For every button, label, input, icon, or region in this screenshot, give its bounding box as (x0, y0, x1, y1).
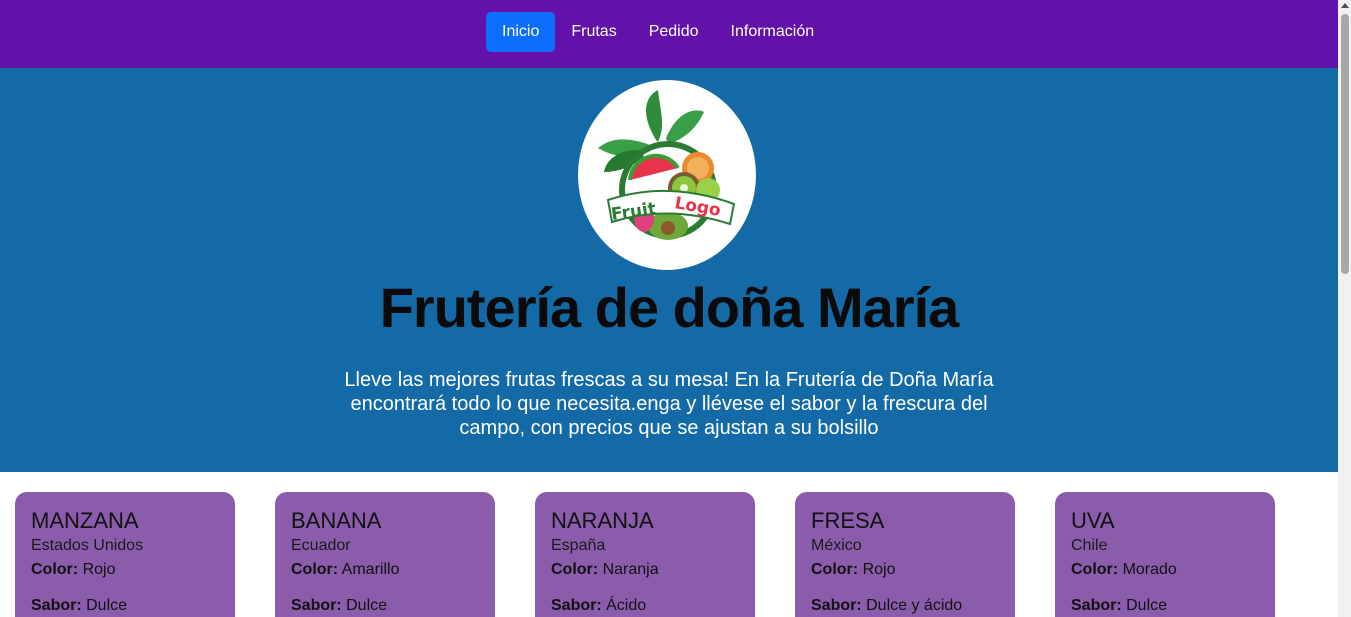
leaf-shape (666, 110, 704, 144)
card-sabor-label: Sabor: (291, 597, 342, 614)
fruit-card-fresa[interactable]: FRESA México Color: Rojo Sabor: Dulce y … (795, 492, 1015, 617)
card-sabor-value: Dulce (86, 597, 128, 614)
vertical-scrollbar[interactable] (1338, 0, 1351, 617)
nav-link-frutas[interactable]: Frutas (555, 12, 632, 52)
page-title: Frutería de doña María (379, 276, 960, 339)
fruit-logo-image: Fruit Logo (598, 90, 736, 240)
fruit-logo: Fruit Logo (578, 80, 756, 270)
avocado-pit (661, 221, 675, 235)
card-origin: México (811, 537, 862, 554)
card-title: NARANJA (551, 508, 654, 533)
card-sabor-row: Sabor: Dulce (291, 596, 479, 616)
card-origin: Ecuador (291, 537, 351, 554)
card-color-row: Color: Rojo (31, 560, 219, 580)
card-sabor-label: Sabor: (1071, 597, 1122, 614)
card-sabor-label: Sabor: (811, 597, 862, 614)
nav-link-informacion[interactable]: Información (715, 12, 831, 52)
card-sabor-row: Sabor: Ácido (551, 596, 739, 616)
card-sabor-value: Ácido (606, 597, 647, 614)
card-sabor-value: Dulce (1126, 597, 1168, 614)
fruit-card-uva[interactable]: UVA Chile Color: Morado Sabor: Dulce (1055, 492, 1275, 617)
card-color-value: Naranja (602, 561, 659, 578)
card-color-value: Rojo (862, 561, 896, 578)
card-color-value: Amarillo (341, 561, 400, 578)
fruit-card-manzana[interactable]: MANZANA Estados Unidos Color: Rojo Sabor… (15, 492, 235, 617)
top-navbar: Inicio Frutas Pedido Información (0, 0, 1338, 68)
card-sabor-value: Dulce y ácido (866, 597, 963, 614)
card-sabor-value: Dulce (346, 597, 388, 614)
card-title: UVA (1071, 508, 1115, 533)
card-color-value: Rojo (82, 561, 116, 578)
card-title: FRESA (811, 508, 885, 533)
card-color-label: Color: (31, 561, 79, 578)
card-color-row: Color: Amarillo (291, 560, 479, 580)
scroll-up-arrow-icon[interactable] (1341, 3, 1349, 8)
hero-description: Lleve las mejores frutas frescas a su me… (344, 369, 994, 439)
nav-link-pedido[interactable]: Pedido (633, 12, 715, 52)
fruit-card-banana[interactable]: BANANA Ecuador Color: Amarillo Sabor: Du… (275, 492, 495, 617)
page-viewport: Inicio Frutas Pedido Información Fruit L… (0, 0, 1338, 617)
card-color-label: Color: (1071, 561, 1119, 578)
card-color-value: Morado (1122, 561, 1177, 578)
card-title: MANZANA (31, 508, 139, 533)
card-color-row: Color: Rojo (811, 560, 999, 580)
card-color-label: Color: (291, 561, 339, 578)
card-color-label: Color: (811, 561, 859, 578)
leaf-shape (646, 90, 663, 142)
nav-link-inicio[interactable]: Inicio (486, 12, 556, 52)
card-origin: Estados Unidos (31, 537, 144, 554)
card-sabor-label: Sabor: (31, 597, 82, 614)
card-sabor-label: Sabor: (551, 597, 602, 614)
fruit-card-naranja[interactable]: NARANJA España Color: Naranja Sabor: Áci… (535, 492, 755, 617)
card-color-row: Color: Naranja (551, 560, 739, 580)
hero-section: Fruit Logo Frutería de doña María Lleve … (0, 68, 1338, 472)
card-sabor-row: Sabor: Dulce y ácido (811, 596, 999, 616)
card-origin: España (551, 537, 606, 554)
card-color-row: Color: Morado (1071, 560, 1259, 580)
card-origin: Chile (1071, 537, 1108, 554)
card-sabor-row: Sabor: Dulce (31, 596, 219, 616)
card-title: BANANA (291, 508, 382, 533)
card-sabor-row: Sabor: Dulce (1071, 596, 1259, 616)
scrollbar-thumb[interactable] (1341, 14, 1349, 274)
card-color-label: Color: (551, 561, 599, 578)
nav-links: Inicio Frutas Pedido Información (486, 12, 830, 52)
